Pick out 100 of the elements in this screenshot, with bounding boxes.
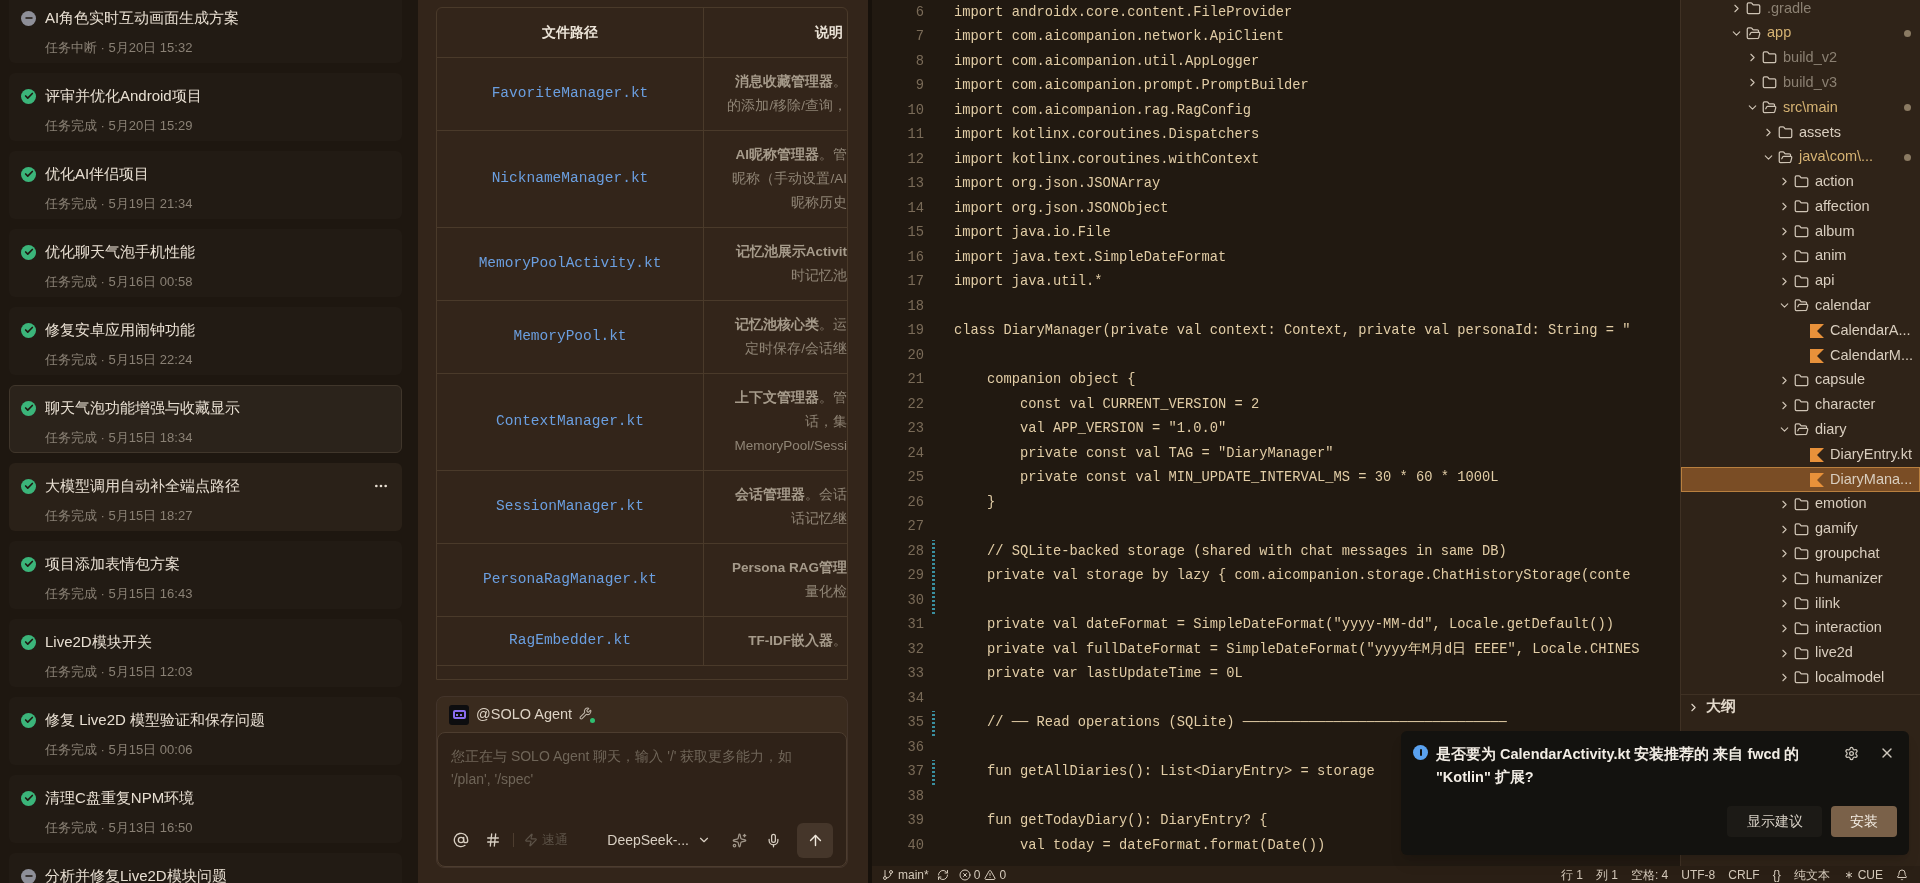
folder-item[interactable]: character <box>1681 392 1920 418</box>
task-item[interactable]: 评审并优化Android项目 任务完成 · 5月20日 15:29 <box>9 73 402 141</box>
line-number: 29 <box>906 567 924 586</box>
task-title: 评审并优化Android项目 <box>45 85 202 106</box>
description-text: 定时保存/会话继 <box>745 340 847 358</box>
task-title: 聊天气泡功能增强与收藏显示 <box>45 397 240 418</box>
code-line: import org.json.JSONArray <box>954 175 1161 194</box>
folder-item[interactable]: app <box>1681 20 1920 46</box>
folder-icon <box>1794 224 1809 240</box>
notification-button[interactable]: 安装 <box>1831 806 1897 837</box>
status-item[interactable]: 行 1 <box>1560 865 1583 883</box>
folder-item[interactable]: affection <box>1681 194 1920 220</box>
folder-item[interactable]: java\com\... <box>1681 144 1920 170</box>
folder-item[interactable]: emotion <box>1681 491 1920 517</box>
folder-item[interactable]: album <box>1681 219 1920 244</box>
description-text: TF-IDF嵌入器。 <box>748 632 847 650</box>
file-name: FavoriteManager.kt <box>491 84 649 104</box>
warning-icon <box>984 868 997 881</box>
section-header[interactable]: 大纲 <box>1681 694 1920 719</box>
task-title: 修复 Live2D 模型验证和保存问题 <box>45 709 266 730</box>
file-item[interactable]: CalendarA... <box>1681 318 1920 344</box>
folder-icon <box>1794 372 1809 388</box>
hash-icon <box>485 832 501 848</box>
mention-button[interactable] <box>451 830 471 850</box>
task-item[interactable]: 优化聊天气泡手机性能 任务完成 · 5月16日 00:58 <box>9 229 402 297</box>
task-title: 优化聊天气泡手机性能 <box>45 241 195 262</box>
task-item[interactable]: Live2D模块开关 任务完成 · 5月15日 12:03 <box>9 619 402 687</box>
send-button[interactable] <box>797 822 833 858</box>
code-line: // SQLite-backed storage (shared with chat messages in same DB) <box>986 542 1507 561</box>
task-item[interactable]: 清理C盘重复NPM环境 任务完成 · 5月13日 16:50 <box>9 775 402 843</box>
line-number: 30 <box>906 591 924 610</box>
task-item[interactable]: 聊天气泡功能增强与收藏显示 任务完成 · 5月15日 18:34 <box>9 385 402 453</box>
task-title: 修复安卓应用闹钟功能 <box>45 319 195 340</box>
task-item[interactable]: 大模型调用自动补全端点路径 任务完成 · 5月15日 18:27 <box>9 463 402 531</box>
warning-count[interactable]: 0 <box>999 865 1007 883</box>
task-item[interactable]: 修复 Live2D 模型验证和保存问题 任务完成 · 5月15日 00:06 <box>9 697 402 765</box>
folder-item[interactable]: diary <box>1681 417 1920 443</box>
line-number: 28 <box>906 542 924 561</box>
status-item[interactable]: UTF-8 <box>1681 865 1716 883</box>
task-item[interactable]: 修复安卓应用闹钟功能 任务完成 · 5月15日 22:24 <box>9 307 402 375</box>
description-text: 昵称（手动设置/AI <box>732 170 847 188</box>
line-number: 7 <box>914 28 924 47</box>
folder-icon <box>1762 75 1777 91</box>
line-number: 39 <box>906 812 924 831</box>
status-item[interactable]: CRLF <box>1728 865 1760 883</box>
line-number: 11 <box>906 126 924 145</box>
column-header: 文件路径 <box>542 23 598 42</box>
folder-item[interactable]: gamify <box>1681 516 1920 542</box>
task-item[interactable]: AI角色实时互动画面生成方案 任务中断 · 5月20日 15:32 <box>9 0 402 63</box>
status-item[interactable]: CUE <box>1857 865 1883 883</box>
folder-icon <box>1794 645 1809 661</box>
line-number: 38 <box>906 787 924 806</box>
folder-item[interactable]: api <box>1681 268 1920 294</box>
error-count[interactable]: 0 <box>973 865 981 883</box>
code-line: } <box>986 493 996 512</box>
folder-item[interactable]: build_v2 <box>1681 45 1920 71</box>
folder-item[interactable]: ilink <box>1681 591 1920 616</box>
folder-item[interactable]: build_v3 <box>1681 70 1920 96</box>
status-item[interactable]: {} <box>1772 865 1781 883</box>
notification-button[interactable]: 显示建议 <box>1727 806 1822 837</box>
sync-icon[interactable] <box>936 868 949 881</box>
folder-item[interactable]: calendar <box>1681 293 1920 319</box>
task-status-time: 任务完成 · 5月13日 16:50 <box>45 820 193 835</box>
model-select[interactable]: DeepSeek-... <box>607 829 711 851</box>
folder-item[interactable]: assets <box>1681 120 1920 145</box>
folder-item[interactable]: live2d <box>1681 640 1920 666</box>
code-line: class DiaryManager(private val context: Context, private val personaId: String = " <box>954 322 1631 341</box>
bell-icon[interactable] <box>1896 868 1908 881</box>
folder-item[interactable]: capsule <box>1681 367 1920 393</box>
file-name: NicknameManager.kt <box>491 169 649 189</box>
branch-name[interactable]: main* <box>898 865 929 883</box>
folder-icon <box>1794 596 1809 611</box>
folder-item[interactable]: .gradle <box>1681 0 1920 21</box>
folder-icon <box>1746 0 1761 16</box>
folder-item[interactable]: groupchat <box>1681 541 1920 567</box>
file-item[interactable]: CalendarM... <box>1681 343 1920 368</box>
folder-item[interactable]: src\main <box>1681 95 1920 120</box>
folder-item[interactable]: interaction <box>1681 615 1920 641</box>
code-line: val APP_VERSION = "1.0.0" <box>1019 420 1227 439</box>
message-field[interactable]: 您正在与 SOLO Agent 聊天，输入 '/' 获取更多能力，如 '/plan', '/spec' <box>451 745 833 822</box>
task-item[interactable]: 分析并修复Live2D模块问题 <box>9 853 402 883</box>
folder-item[interactable]: localmodel <box>1681 665 1920 691</box>
task-status-time: 任务完成 · 5月19日 21:34 <box>45 196 193 211</box>
task-item[interactable]: 优化AI伴侣项目 任务完成 · 5月19日 21:34 <box>9 151 402 219</box>
file-item[interactable]: DiaryMana... <box>1681 467 1920 492</box>
folder-item[interactable]: action <box>1681 169 1920 195</box>
folder-item[interactable]: humanizer <box>1681 566 1920 592</box>
folder-item[interactable]: anim <box>1681 243 1920 269</box>
status-item[interactable]: 列 1 <box>1595 865 1618 883</box>
kotlin-file-icon <box>1810 472 1824 487</box>
code-line: import org.json.JSONObject <box>954 199 1169 218</box>
file-item[interactable]: DiaryEntry.kt <box>1681 442 1920 468</box>
status-item[interactable]: 纯文本 <box>1793 865 1830 883</box>
description-text: 昵称历史 <box>791 194 847 212</box>
description-text: 量化检 <box>805 583 847 601</box>
task-title: Live2D模块开关 <box>45 631 152 652</box>
task-title: 分析并修复Live2D模块问题 <box>45 865 227 883</box>
status-item[interactable]: 空格: 4 <box>1630 865 1669 883</box>
folder-icon <box>1794 496 1809 512</box>
task-item[interactable]: 项目添加表情包方案 任务完成 · 5月15日 16:43 <box>9 541 402 609</box>
